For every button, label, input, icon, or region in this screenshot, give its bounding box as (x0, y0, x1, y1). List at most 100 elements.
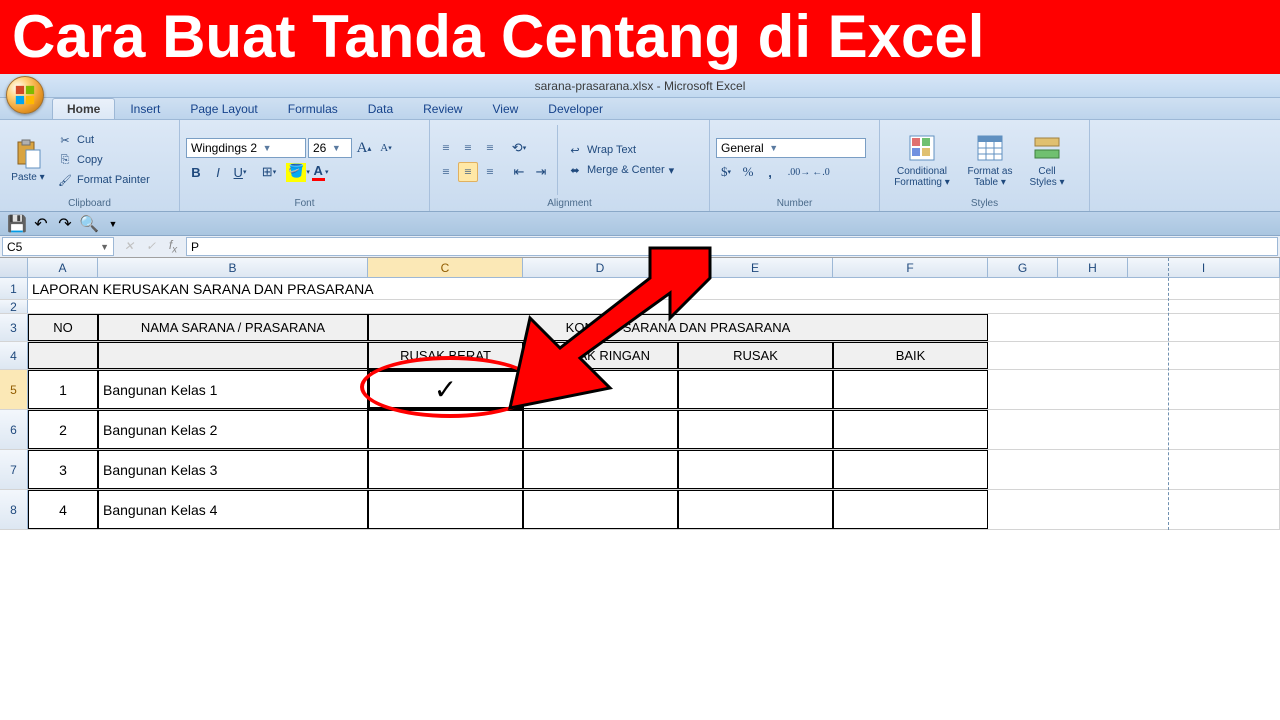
col-header-e[interactable]: E (678, 258, 833, 277)
table-cell[interactable]: 1 (28, 370, 98, 409)
format-painter-button[interactable]: 🖌Format Painter (54, 171, 153, 189)
table-cell[interactable] (833, 410, 988, 449)
table-cell[interactable] (833, 490, 988, 529)
tab-data[interactable]: Data (353, 98, 408, 119)
worksheet[interactable]: A B C D E F G H I 1 LAPORAN KERUSAKAN SA… (0, 258, 1280, 530)
table-header-nama[interactable]: NAMA SARANA / PRASARANA (98, 314, 368, 341)
redo-button[interactable]: ↷ (56, 215, 74, 233)
select-all-corner[interactable] (0, 258, 28, 277)
table-cell[interactable]: 2 (28, 410, 98, 449)
cancel-formula-button[interactable]: ✕ (120, 239, 138, 254)
table-cell[interactable] (678, 410, 833, 449)
fill-color-button[interactable]: 🪣▾ (288, 162, 308, 182)
formula-input[interactable]: P (186, 237, 1278, 256)
increase-indent-button[interactable]: ⇥ (531, 162, 551, 182)
table-header-baik[interactable]: BAIK (833, 342, 988, 369)
table-cell[interactable] (678, 490, 833, 529)
row-header[interactable]: 8 (0, 490, 28, 529)
font-size-combo[interactable]: 26▼ (308, 138, 352, 158)
table-cell[interactable] (523, 410, 678, 449)
align-top-button[interactable]: ≡ (436, 138, 456, 158)
tab-home[interactable]: Home (52, 98, 115, 119)
tab-view[interactable]: View (477, 98, 533, 119)
cell[interactable] (988, 490, 1280, 529)
tab-insert[interactable]: Insert (115, 98, 175, 119)
grow-font-button[interactable]: A▴ (354, 138, 374, 158)
table-cell[interactable] (368, 450, 523, 489)
align-bottom-button[interactable]: ≡ (480, 138, 500, 158)
comma-button[interactable]: , (760, 162, 780, 182)
table-cell[interactable]: Bangunan Kelas 3 (98, 450, 368, 489)
format-as-table-button[interactable]: Format as Table ▾ (962, 123, 1018, 197)
cell[interactable] (988, 342, 1280, 369)
table-cell[interactable]: Bangunan Kelas 2 (98, 410, 368, 449)
conditional-formatting-button[interactable]: Conditional Formatting ▾ (886, 123, 958, 197)
print-preview-button[interactable]: 🔍 (80, 215, 98, 233)
table-cell[interactable] (368, 410, 523, 449)
currency-button[interactable]: $▾ (716, 162, 736, 182)
table-cell[interactable]: Bangunan Kelas 1 (98, 370, 368, 409)
table-cell[interactable] (368, 490, 523, 529)
font-name-combo[interactable]: Wingdings 2▼ (186, 138, 306, 158)
shrink-font-button[interactable]: A▾ (376, 138, 396, 158)
tab-formulas[interactable]: Formulas (273, 98, 353, 119)
bold-button[interactable]: B (186, 162, 206, 182)
tab-developer[interactable]: Developer (533, 98, 618, 119)
cell[interactable] (988, 450, 1280, 489)
office-button[interactable] (6, 76, 44, 114)
row-header[interactable]: 3 (0, 314, 28, 341)
table-cell[interactable] (523, 370, 678, 409)
table-cell[interactable] (523, 450, 678, 489)
cell[interactable] (988, 370, 1280, 409)
row-header[interactable]: 7 (0, 450, 28, 489)
col-header-f[interactable]: F (833, 258, 988, 277)
cut-button[interactable]: ✂Cut (54, 131, 153, 149)
name-box[interactable]: C5▼ (2, 237, 114, 256)
table-cell[interactable] (678, 370, 833, 409)
table-header-rusak-berat[interactable]: RUSAK BERAT (368, 342, 523, 369)
row-header[interactable]: 6 (0, 410, 28, 449)
table-cell[interactable] (833, 370, 988, 409)
save-button[interactable]: 💾 (8, 215, 26, 233)
borders-button[interactable]: ⊞▾ (259, 162, 279, 182)
decrease-decimal-button[interactable]: ←.0 (811, 162, 831, 182)
percent-button[interactable]: % (738, 162, 758, 182)
cell[interactable] (98, 342, 368, 369)
increase-decimal-button[interactable]: .00→ (789, 162, 809, 182)
paste-button[interactable]: Paste ▾ (6, 123, 50, 197)
cell-styles-button[interactable]: Cell Styles ▾ (1022, 123, 1072, 197)
enter-formula-button[interactable]: ✓ (142, 239, 160, 254)
tab-page-layout[interactable]: Page Layout (175, 98, 272, 119)
table-header-no[interactable]: NO (28, 314, 98, 341)
table-cell[interactable]: 3 (28, 450, 98, 489)
cell[interactable] (28, 342, 98, 369)
col-header-c[interactable]: C (368, 258, 523, 277)
italic-button[interactable]: I (208, 162, 228, 182)
cell[interactable] (988, 410, 1280, 449)
align-left-button[interactable]: ≡ (436, 162, 456, 182)
fx-button[interactable]: fx (164, 238, 182, 255)
wrap-text-button[interactable]: ↩Wrap Text (564, 141, 677, 159)
cell[interactable] (988, 314, 1280, 341)
row-header[interactable]: 1 (0, 278, 28, 299)
orientation-button[interactable]: ⟲▾ (509, 138, 529, 158)
number-format-combo[interactable]: General▼ (716, 138, 866, 158)
row-header[interactable]: 2 (0, 300, 28, 313)
table-header-kondisi[interactable]: KONDISI SARANA DAN PRASARANA (368, 314, 988, 341)
table-cell[interactable]: 4 (28, 490, 98, 529)
cell[interactable] (28, 300, 1280, 313)
col-header-h[interactable]: H (1058, 258, 1128, 277)
selected-cell-c5[interactable]: ✓ (368, 370, 523, 409)
table-cell[interactable]: Bangunan Kelas 4 (98, 490, 368, 529)
align-middle-button[interactable]: ≡ (458, 138, 478, 158)
decrease-indent-button[interactable]: ⇤ (509, 162, 529, 182)
undo-button[interactable]: ↶ (32, 215, 50, 233)
tab-review[interactable]: Review (408, 98, 477, 119)
table-header-rusak-ringan[interactable]: RUSAK RINGAN (523, 342, 678, 369)
copy-button[interactable]: ⎘Copy (54, 151, 153, 169)
font-color-button[interactable]: A▾ (310, 162, 330, 182)
table-cell[interactable] (523, 490, 678, 529)
col-header-a[interactable]: A (28, 258, 98, 277)
col-header-i[interactable]: I (1128, 258, 1280, 277)
table-cell[interactable] (678, 450, 833, 489)
